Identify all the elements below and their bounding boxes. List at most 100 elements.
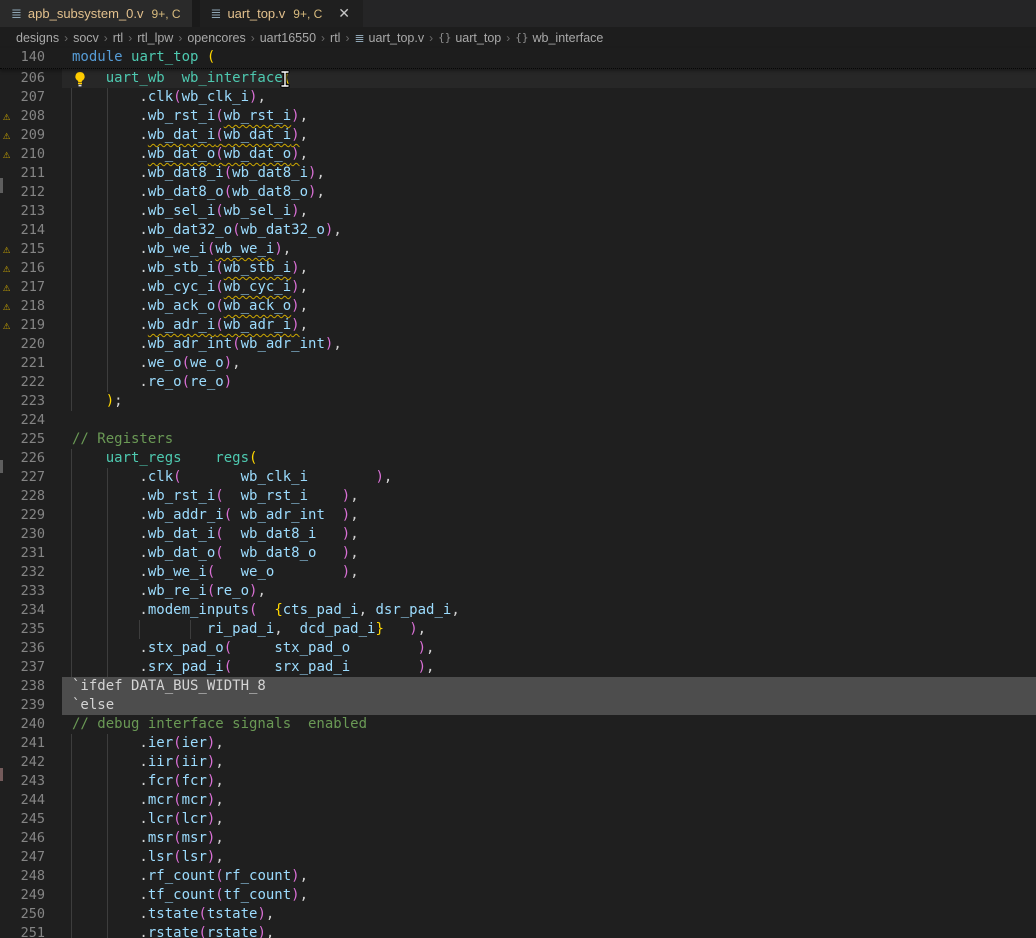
sticky-code[interactable]: module uart_top ( xyxy=(62,48,1036,68)
code-line-text[interactable]: .clk( wb_clk_i ), xyxy=(62,468,1036,487)
breadcrumb-item-designs[interactable]: designs xyxy=(16,31,59,45)
code-line-text[interactable]: .rf_count(rf_count), xyxy=(62,867,1036,886)
code-line-text[interactable]: uart_wb wb_interface( xyxy=(62,69,1036,88)
code-line-text[interactable]: .clk(wb_clk_i), xyxy=(62,88,1036,107)
code-line[interactable]: 239`else xyxy=(0,696,1036,715)
breadcrumb-item-rtl[interactable]: rtl xyxy=(113,31,123,45)
code-line-text[interactable]: uart_regs regs( xyxy=(62,449,1036,468)
code-line-text[interactable]: .wb_dat8_o(wb_dat8_o), xyxy=(62,183,1036,202)
code-line[interactable]: 222 .re_o(re_o) xyxy=(0,373,1036,392)
code-line[interactable]: 212 .wb_dat8_o(wb_dat8_o), xyxy=(0,183,1036,202)
code-line[interactable]: 213 .wb_sel_i(wb_sel_i), xyxy=(0,202,1036,221)
code-line[interactable]: 227 .clk( wb_clk_i ), xyxy=(0,468,1036,487)
code-line-text[interactable]: .wb_sel_i(wb_sel_i), xyxy=(62,202,1036,221)
code-line[interactable]: 237 .srx_pad_i( srx_pad_i ), xyxy=(0,658,1036,677)
code-line-text[interactable] xyxy=(62,411,1036,430)
code-line[interactable]: ⚠209 .wb_dat_i(wb_dat_i), xyxy=(0,126,1036,145)
code-line[interactable]: 224 xyxy=(0,411,1036,430)
code-line-text[interactable]: .wb_dat_i( wb_dat8_i ), xyxy=(62,525,1036,544)
code-line[interactable]: 230 .wb_dat_i( wb_dat8_i ), xyxy=(0,525,1036,544)
code-line[interactable]: 214 .wb_dat32_o(wb_dat32_o), xyxy=(0,221,1036,240)
breadcrumb-item-rtl_lpw[interactable]: rtl_lpw xyxy=(137,31,173,45)
code-line-text[interactable]: .ier(ier), xyxy=(62,734,1036,753)
code-line[interactable]: 206 uart_wb wb_interface( xyxy=(0,69,1036,88)
code-line[interactable]: 221 .we_o(we_o), xyxy=(0,354,1036,373)
code-line[interactable]: 236 .stx_pad_o( stx_pad_o ), xyxy=(0,639,1036,658)
code-line-text[interactable]: .wb_dat32_o(wb_dat32_o), xyxy=(62,221,1036,240)
code-line-text[interactable]: // debug interface signals enabled xyxy=(62,715,1036,734)
breadcrumb-item-wb_interface[interactable]: {}wb_interface xyxy=(515,31,603,45)
code-line-text[interactable]: .wb_addr_i( wb_adr_int ), xyxy=(62,506,1036,525)
code-line-text[interactable]: .msr(msr), xyxy=(62,829,1036,848)
code-line[interactable]: 235 ri_pad_i, dcd_pad_i} ), xyxy=(0,620,1036,639)
code-line[interactable]: 242 .iir(iir), xyxy=(0,753,1036,772)
code-line[interactable]: 223 ); xyxy=(0,392,1036,411)
code-line[interactable]: 231 .wb_dat_o( wb_dat8_o ), xyxy=(0,544,1036,563)
code-line[interactable]: 233 .wb_re_i(re_o), xyxy=(0,582,1036,601)
lightbulb-icon[interactable] xyxy=(73,71,87,92)
code-line[interactable]: 211 .wb_dat8_i(wb_dat8_i), xyxy=(0,164,1036,183)
code-line[interactable]: 248 .rf_count(rf_count), xyxy=(0,867,1036,886)
code-line-text[interactable]: .wb_dat_o( wb_dat8_o ), xyxy=(62,544,1036,563)
breadcrumb-item-rtl[interactable]: rtl xyxy=(330,31,340,45)
code-line-text[interactable]: ri_pad_i, dcd_pad_i} ), xyxy=(62,620,1036,639)
code-area[interactable]: 206 uart_wb wb_interface(207 .clk(wb_clk… xyxy=(0,69,1036,938)
code-line-text[interactable]: .wb_re_i(re_o), xyxy=(62,582,1036,601)
code-line-text[interactable]: .tf_count(tf_count), xyxy=(62,886,1036,905)
code-line[interactable]: 249 .tf_count(tf_count), xyxy=(0,886,1036,905)
code-line-text[interactable]: .wb_dat_i(wb_dat_i), xyxy=(62,126,1036,145)
code-line-text[interactable]: .we_o(we_o), xyxy=(62,354,1036,373)
code-line-text[interactable]: .wb_adr_i(wb_adr_i), xyxy=(62,316,1036,335)
code-line-text[interactable]: .wb_rst_i( wb_rst_i ), xyxy=(62,487,1036,506)
code-line[interactable]: 229 .wb_addr_i( wb_adr_int ), xyxy=(0,506,1036,525)
code-line-text[interactable]: .wb_dat8_i(wb_dat8_i), xyxy=(62,164,1036,183)
code-line-text[interactable]: .wb_rst_i(wb_rst_i), xyxy=(62,107,1036,126)
code-line-text[interactable]: ); xyxy=(62,392,1036,411)
code-line-text[interactable]: .srx_pad_i( srx_pad_i ), xyxy=(62,658,1036,677)
code-line[interactable]: 232 .wb_we_i( we_o ), xyxy=(0,563,1036,582)
code-line[interactable]: 247 .lsr(lsr), xyxy=(0,848,1036,867)
code-line[interactable]: 234 .modem_inputs( {cts_pad_i, dsr_pad_i… xyxy=(0,601,1036,620)
code-line-text[interactable]: .wb_we_i(wb_we_i), xyxy=(62,240,1036,259)
code-line[interactable]: 246 .msr(msr), xyxy=(0,829,1036,848)
code-line[interactable]: ⚠215 .wb_we_i(wb_we_i), xyxy=(0,240,1036,259)
code-line-text[interactable]: // Registers xyxy=(62,430,1036,449)
code-line-text[interactable]: .modem_inputs( {cts_pad_i, dsr_pad_i, xyxy=(62,601,1036,620)
code-line[interactable]: ⚠208 .wb_rst_i(wb_rst_i), xyxy=(0,107,1036,126)
code-line[interactable]: 238`ifdef DATA_BUS_WIDTH_8 xyxy=(0,677,1036,696)
code-line[interactable]: 226 uart_regs regs( xyxy=(0,449,1036,468)
close-icon[interactable]: ✕ xyxy=(336,5,352,22)
code-line-text[interactable]: `else xyxy=(62,696,1036,715)
breadcrumb-item-uart16550[interactable]: uart16550 xyxy=(260,31,316,45)
code-line[interactable]: 220 .wb_adr_int(wb_adr_int), xyxy=(0,335,1036,354)
breadcrumb-item-uart_top.v[interactable]: ≣uart_top.v xyxy=(354,31,424,45)
sticky-scroll-line[interactable]: 140 module uart_top ( xyxy=(0,48,1036,69)
code-line[interactable]: 228 .wb_rst_i( wb_rst_i ), xyxy=(0,487,1036,506)
code-line[interactable]: 241 .ier(ier), xyxy=(0,734,1036,753)
code-line[interactable]: ⚠216 .wb_stb_i(wb_stb_i), xyxy=(0,259,1036,278)
code-line-text[interactable]: .lcr(lcr), xyxy=(62,810,1036,829)
code-line-text[interactable]: .rstate(rstate), xyxy=(62,924,1036,938)
code-line-text[interactable]: .wb_adr_int(wb_adr_int), xyxy=(62,335,1036,354)
code-line-text[interactable]: .iir(iir), xyxy=(62,753,1036,772)
tab-apb_subsystem_0.v[interactable]: ≣apb_subsystem_0.v9+, C xyxy=(0,0,192,27)
code-line[interactable]: ⚠219 .wb_adr_i(wb_adr_i), xyxy=(0,316,1036,335)
code-line[interactable]: 243 .fcr(fcr), xyxy=(0,772,1036,791)
breadcrumb-item-socv[interactable]: socv xyxy=(73,31,99,45)
code-line[interactable]: ⚠210 .wb_dat_o(wb_dat_o), xyxy=(0,145,1036,164)
breadcrumb-item-opencores[interactable]: opencores xyxy=(187,31,245,45)
code-line-text[interactable]: .wb_cyc_i(wb_cyc_i), xyxy=(62,278,1036,297)
code-line-text[interactable]: .wb_we_i( we_o ), xyxy=(62,563,1036,582)
code-line[interactable]: 240// debug interface signals enabled xyxy=(0,715,1036,734)
code-line-text[interactable]: .mcr(mcr), xyxy=(62,791,1036,810)
code-line[interactable]: 225// Registers xyxy=(0,430,1036,449)
code-line[interactable]: 244 .mcr(mcr), xyxy=(0,791,1036,810)
code-line-text[interactable]: .re_o(re_o) xyxy=(62,373,1036,392)
breadcrumb-item-uart_top[interactable]: {}uart_top xyxy=(438,31,501,45)
code-line-text[interactable]: `ifdef DATA_BUS_WIDTH_8 xyxy=(62,677,1036,696)
tab-uart_top.v[interactable]: ≣uart_top.v9+, C✕ xyxy=(200,0,363,27)
code-line[interactable]: 251 .rstate(rstate), xyxy=(0,924,1036,938)
code-line-text[interactable]: .wb_dat_o(wb_dat_o), xyxy=(62,145,1036,164)
code-line[interactable]: 250 .tstate(tstate), xyxy=(0,905,1036,924)
code-line-text[interactable]: .wb_ack_o(wb_ack_o), xyxy=(62,297,1036,316)
